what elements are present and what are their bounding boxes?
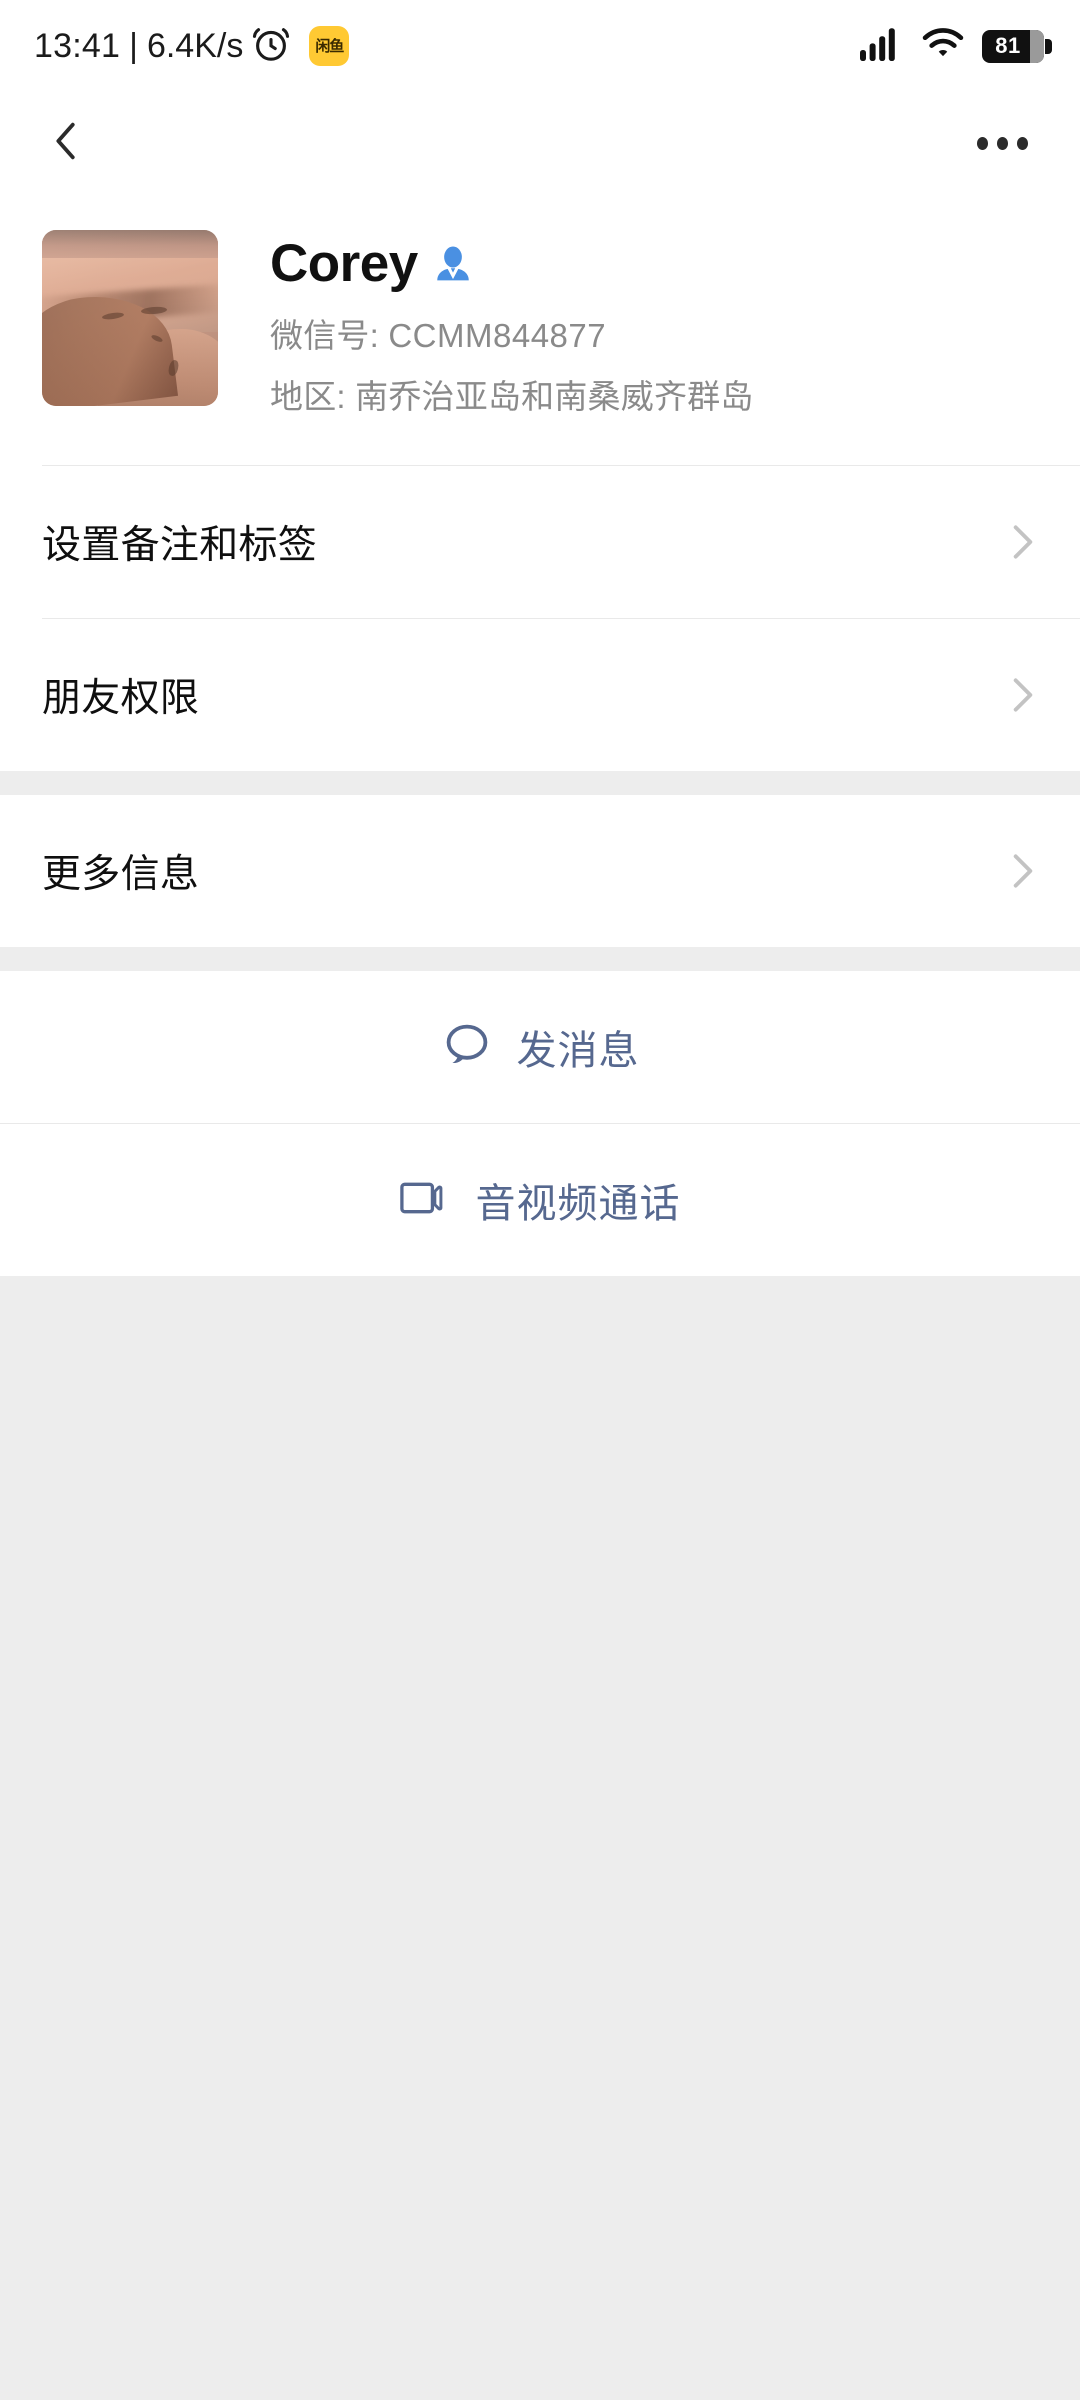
more-options-button[interactable]: [966, 111, 1038, 175]
settings-group-1: 设置备注和标签 朋友权限: [0, 466, 1080, 772]
chevron-right-icon: [1012, 676, 1034, 714]
wechat-id-line: 微信号: CCMM844877: [270, 312, 1038, 360]
alarm-clock-icon: [249, 22, 293, 71]
status-bar: 13:41 | 6.4K/s 闲鱼 81: [0, 0, 1080, 92]
chat-bubble-icon: [441, 1019, 493, 1076]
send-message-button[interactable]: 发消息: [0, 971, 1080, 1124]
status-bar-right: 81: [860, 27, 1052, 66]
cellular-signal-icon: [860, 27, 904, 66]
status-bar-left: 13:41 | 6.4K/s 闲鱼: [34, 22, 350, 71]
network-speed: 6.4K/s: [146, 26, 244, 65]
chevron-left-icon: [43, 118, 89, 169]
action-label: 发消息: [516, 1029, 640, 1074]
profile-card: Corey 微信号: CCMM844877 地区: 南乔治亚岛和南桑威齐群岛: [0, 194, 1080, 467]
profile-info: Corey 微信号: CCMM844877 地区: 南乔治亚岛和南桑威齐群岛: [218, 230, 1038, 421]
status-separator: |: [129, 26, 138, 65]
profile-name: Corey: [270, 234, 418, 293]
video-call-button[interactable]: 音视频通话: [0, 1124, 1080, 1277]
battery-level: 81: [995, 33, 1021, 58]
section-gap-1: [0, 771, 1080, 796]
male-person-icon: [432, 243, 474, 285]
row-label: 更多信息: [42, 853, 200, 897]
settings-group-2: 更多信息: [0, 795, 1080, 948]
more-dot-2: [996, 136, 1008, 150]
name-row: Corey: [270, 236, 1038, 292]
chevron-right-icon: [1012, 523, 1034, 561]
region-value: 南乔治亚岛和南桑威齐群岛: [355, 378, 754, 416]
avatar-layer-light: [42, 230, 218, 406]
app-screen: 13:41 | 6.4K/s 闲鱼 81 Corey 微信号: CCMM8448…: [0, 0, 1080, 2400]
chevron-right-icon: [1012, 852, 1034, 890]
row-label: 朋友权限: [42, 677, 200, 721]
row-label: 设置备注和标签: [42, 524, 318, 568]
section-gap-2: [0, 947, 1080, 972]
region-label: 地区:: [270, 378, 346, 416]
battery-cap: [1030, 29, 1044, 63]
action-group: 发消息 音视频通话: [0, 971, 1080, 1277]
row-friend-permissions[interactable]: 朋友权限: [0, 619, 1080, 772]
wechat-id-label: 微信号:: [270, 316, 379, 354]
profile-header: Corey 微信号: CCMM844877 地区: 南乔治亚岛和南桑威齐群岛: [0, 194, 1080, 465]
more-dot-3: [1016, 136, 1028, 150]
more-horizontal-icon: [976, 136, 988, 150]
video-camera-icon: [399, 1176, 452, 1225]
row-more-information[interactable]: 更多信息: [0, 795, 1080, 948]
back-button[interactable]: [34, 111, 98, 175]
page-background-filler: [0, 1276, 1080, 2337]
navigation-bar: [0, 92, 1080, 194]
region-line: 地区: 南乔治亚岛和南桑威齐群岛: [270, 373, 1038, 421]
wifi-icon: [921, 27, 965, 66]
avatar[interactable]: [42, 230, 218, 406]
action-label: 音视频通话: [475, 1182, 681, 1227]
row-set-remarks-and-tags[interactable]: 设置备注和标签: [0, 466, 1080, 619]
xianyu-app-badge: 闲鱼: [309, 26, 350, 66]
status-time: 13:41: [34, 26, 121, 65]
wechat-id-value: CCMM844877: [388, 316, 607, 354]
battery-indicator: 81: [982, 29, 1052, 63]
